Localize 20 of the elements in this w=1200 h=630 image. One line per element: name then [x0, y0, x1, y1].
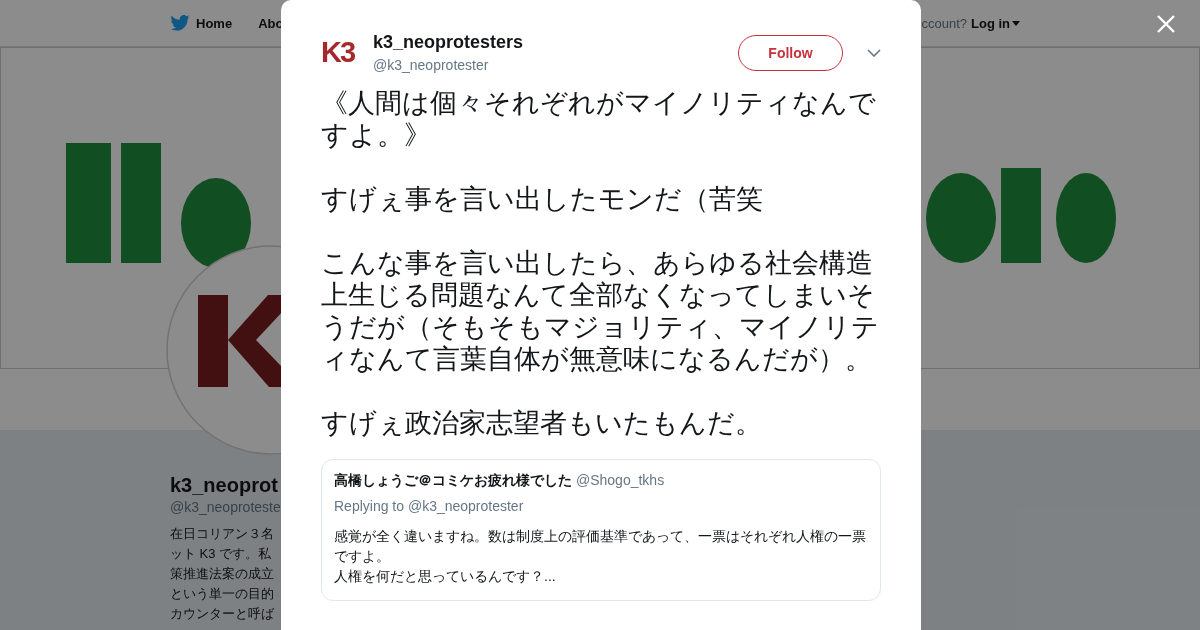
nav-link[interactable]: Home — [170, 15, 233, 31]
caret-icon — [1012, 20, 1020, 26]
quoted-author: 高橋しょうご＠コミケお疲れ様でした — [334, 472, 572, 490]
bio-line: カウンターと呼ば — [170, 605, 275, 623]
account-name: k3_neoprotesters — [373, 32, 525, 53]
bio-line: ット K3 です。私 — [170, 545, 273, 563]
quoted-tweet[interactable]: 高橋しょうご＠コミケお疲れ様でした @Shogo_tkhs Replying to @k3_neoprotester 感覚が全く違いますね。数は制度上の評価基準であって、一票はそれぞれ人権の一票ですよ。 人権を何だと思っているんです？... — [321, 459, 881, 601]
profile-handle: @k3_neoproteste — [170, 499, 281, 515]
tweet-paragraph: すげぇ政治家志望者もいたもんだ。 — [321, 407, 763, 439]
quoted-text-line: 感覚が全く違いますね。数は制度上の評価基準であって、一票はそれぞれ人権の一票ですよ。 — [334, 527, 867, 566]
profile-name: k3_neoprot — [170, 474, 279, 497]
login-link[interactable]: Log in — [971, 15, 1020, 31]
quoted-text-line: 人権を何だと思っているんです？... — [334, 567, 557, 586]
bio-line: 在日コリアン３名 — [170, 525, 275, 543]
replying-to: Replying to @k3_neoprotester — [334, 498, 525, 514]
quoted-handle: @Shogo_tkhs — [576, 472, 665, 490]
bio-line: という単一の目的 — [170, 585, 275, 603]
bio-line: 策推進法案の成立 — [170, 565, 275, 583]
bird-icon — [170, 15, 190, 31]
account-prompt: ccount? — [921, 15, 967, 31]
